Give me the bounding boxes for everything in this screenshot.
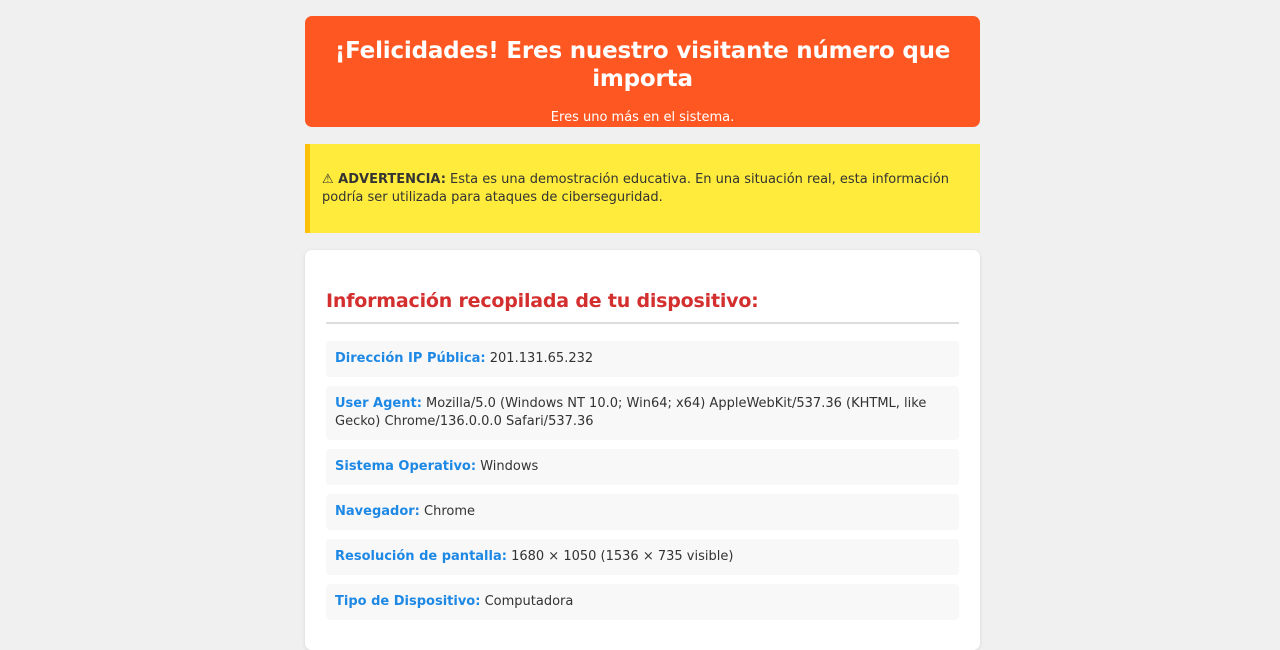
info-item-device-type: Tipo de Dispositivo: Computadora: [326, 584, 959, 620]
warning-label: ⚠ ADVERTENCIA:: [322, 172, 446, 187]
info-value: Windows: [480, 459, 539, 474]
info-label: Dirección IP Pública:: [335, 351, 486, 366]
info-label: Tipo de Dispositivo:: [335, 594, 481, 609]
device-info-card: Información recopilada de tu dispositivo…: [305, 250, 980, 650]
banner-title: ¡Felicidades! Eres nuestro visitante núm…: [334, 38, 951, 92]
info-item-resolution: Resolución de pantalla: 1680 × 1050 (153…: [326, 539, 959, 575]
info-item-user-agent: User Agent: Mozilla/5.0 (Windows NT 10.0…: [326, 386, 959, 440]
info-label: Navegador:: [335, 504, 420, 519]
warning-box: ⚠ ADVERTENCIA: Esta es una demostración …: [305, 144, 980, 233]
info-item-browser: Navegador: Chrome: [326, 494, 959, 530]
info-value: 201.131.65.232: [489, 351, 594, 366]
info-value: Chrome: [424, 504, 476, 519]
info-item-os: Sistema Operativo: Windows: [326, 449, 959, 485]
banner-subtitle: Eres uno más en el sistema.: [550, 110, 735, 125]
info-label: User Agent:: [335, 396, 422, 411]
page-container: ¡Felicidades! Eres nuestro visitante núm…: [305, 16, 980, 650]
info-value: 1680 × 1050 (1536 × 735 visible): [511, 549, 734, 564]
congratulations-banner: ¡Felicidades! Eres nuestro visitante núm…: [305, 16, 980, 127]
info-label: Sistema Operativo:: [335, 459, 477, 474]
device-info-title: Información recopilada de tu dispositivo…: [326, 287, 959, 324]
info-item-ip: Dirección IP Pública: 201.131.65.232: [326, 341, 959, 377]
info-label: Resolución de pantalla:: [335, 549, 507, 564]
device-info-list: Dirección IP Pública: 201.131.65.232 Use…: [326, 341, 959, 620]
info-value: Mozilla/5.0 (Windows NT 10.0; Win64; x64…: [335, 396, 927, 429]
info-value: Computadora: [484, 594, 574, 609]
